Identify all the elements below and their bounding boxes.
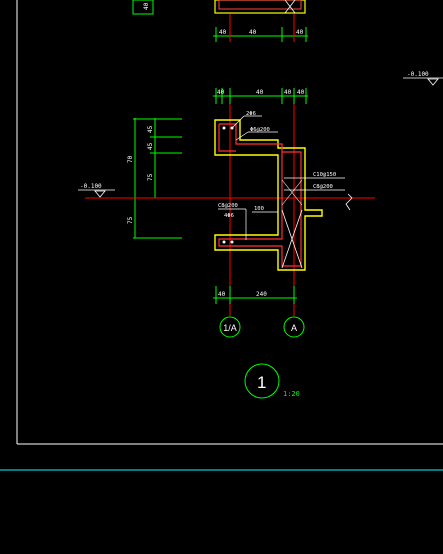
- axis-label-1A: 1/A: [223, 323, 237, 333]
- top-partial-detail: 40 40 40 40: [132, 0, 308, 42]
- label-slab-bar-1: C8@200: [218, 203, 238, 209]
- upper-dim-text-3: 40: [284, 89, 292, 96]
- left-level-triangle: [94, 190, 106, 198]
- upper-dim-text-1: 40: [217, 89, 225, 96]
- label-stirrups: Φ6@200: [250, 127, 270, 133]
- top-section-outline: [214, 0, 306, 14]
- label-slab-bar-2: 4Φ6: [224, 213, 234, 219]
- label-top-bars: 2Φ6: [246, 111, 256, 117]
- leader-stirrups: [235, 131, 249, 141]
- rebar-dot-4: [230, 240, 234, 244]
- leader-top-bars: [231, 115, 245, 129]
- right-level-marker: -0.100: [403, 71, 443, 86]
- rebar-dot-1: [222, 126, 226, 130]
- axis-label-A: A: [291, 323, 297, 333]
- main-section-detail: 40 40 40 40 45 45 75 70 75 -0.100 2Φ6 Φ6…: [78, 88, 375, 338]
- right-level-text: -0.100: [407, 71, 429, 78]
- left-level-text: -0.100: [80, 183, 102, 190]
- detail-title: 1 1:20: [244, 363, 300, 399]
- concrete-outline: [214, 119, 323, 271]
- detail-title-number: 1: [257, 373, 266, 392]
- cad-drawing-canvas[interactable]: 40 40 40 40 -0.100 40 40 40 40 45 45 75 …: [0, 0, 443, 554]
- label-wall-bar-2: C8@200: [313, 184, 333, 190]
- left-dim-text-1: 45: [147, 125, 154, 133]
- label-wall-bar-1: C10@150: [313, 172, 336, 178]
- bottom-dim-text-1: 40: [218, 291, 226, 298]
- left-dim-text-2: 45: [147, 142, 154, 150]
- bottom-dim-text-2: 240: [256, 291, 267, 298]
- top-left-box-dim: 40: [143, 2, 150, 10]
- top-dim-text-1: 40: [219, 29, 227, 36]
- detail-title-scale: 1:20: [283, 390, 300, 398]
- rebar-dot-3: [222, 240, 226, 244]
- right-level-triangle: [427, 78, 439, 86]
- top-dim-text-3: 40: [296, 29, 304, 36]
- left-dim-text-3: 75: [147, 173, 154, 181]
- left-dim-text-5: 75: [127, 216, 134, 224]
- left-dim-text-4: 70: [127, 155, 134, 163]
- break-line-symbol: [345, 193, 353, 211]
- top-dim-text-2: 40: [249, 29, 257, 36]
- label-slab-thk: 100: [254, 206, 264, 212]
- upper-dim-text-4: 40: [297, 89, 305, 96]
- upper-dim-text-2: 40: [256, 89, 264, 96]
- rebar-main: [218, 123, 302, 267]
